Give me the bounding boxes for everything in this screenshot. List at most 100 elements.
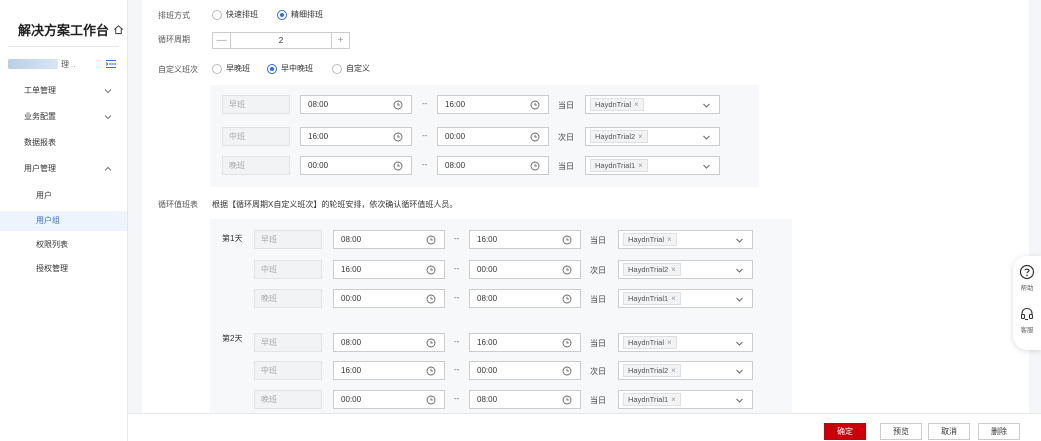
user-info[interactable]: 理 .. — [8, 57, 92, 71]
end-time-input[interactable]: 08:00 — [437, 156, 549, 175]
start-time-input[interactable]: 08:00 — [333, 333, 445, 352]
close-icon[interactable]: × — [638, 160, 643, 171]
chevron-down-icon[interactable] — [104, 87, 112, 95]
start-time-input[interactable]: 16:00 — [300, 127, 412, 146]
radio-custom[interactable]: 自定义 — [332, 63, 370, 74]
clock-icon — [426, 265, 436, 275]
end-time-input[interactable]: 00:00 — [469, 260, 581, 279]
clock-icon — [393, 161, 403, 171]
chevron-down-icon — [736, 341, 743, 346]
person-select[interactable]: HaydnTrial × — [618, 333, 753, 352]
rotation-row: 晚班 00:00 -- 08:00 当日 HaydnTrial1 × — [210, 289, 792, 308]
active-menu-highlight — [0, 211, 127, 231]
radio-quick-schedule[interactable]: 快速排班 — [212, 9, 258, 20]
decrement-button[interactable]: — — [213, 33, 231, 48]
service-button[interactable]: 客服 — [1013, 306, 1041, 334]
close-icon[interactable]: × — [667, 234, 672, 245]
submenu-users[interactable]: 用户 — [36, 190, 52, 201]
delete-button[interactable]: 删除 — [978, 423, 1020, 440]
close-icon[interactable]: × — [671, 394, 676, 405]
user-name-blurred — [8, 59, 58, 69]
close-icon[interactable]: × — [671, 293, 676, 304]
person-name: HaydnTrial1 — [628, 395, 669, 404]
end-time-input[interactable]: 00:00 — [437, 127, 549, 146]
start-time-input[interactable]: 08:00 — [300, 95, 412, 114]
day-indicator: 当日 — [558, 162, 574, 171]
start-time-input[interactable]: 00:00 — [333, 289, 445, 308]
chevron-down-icon[interactable] — [104, 113, 112, 121]
time-value: 16:00 — [308, 132, 329, 141]
chevron-down-icon — [736, 398, 743, 403]
end-time-input[interactable]: 00:00 — [469, 361, 581, 380]
collapse-icon[interactable] — [105, 58, 117, 70]
chevron-up-icon[interactable] — [104, 165, 112, 173]
menu-business-config[interactable]: 业务配置 — [24, 111, 56, 122]
end-time-input[interactable]: 16:00 — [437, 95, 549, 114]
chevron-down-icon — [703, 135, 710, 140]
cycle-period-value[interactable]: 2 — [231, 36, 331, 45]
end-time-input[interactable]: 16:00 — [469, 333, 581, 352]
time-value: 08:00 — [445, 161, 466, 170]
clock-icon — [426, 235, 436, 245]
time-value: 16:00 — [341, 265, 362, 274]
time-value: 08:00 — [341, 235, 362, 244]
end-time-input[interactable]: 16:00 — [469, 230, 581, 249]
time-value: 08:00 — [341, 338, 362, 347]
radio-three-shifts[interactable]: 早中晚班 — [267, 63, 313, 74]
house-icon — [114, 25, 123, 35]
clock-icon — [426, 366, 436, 376]
person-select[interactable]: HaydnTrial2 × — [585, 127, 720, 146]
clock-icon — [530, 100, 540, 110]
start-time-input[interactable]: 00:00 — [300, 156, 412, 175]
start-time-input[interactable]: 00:00 — [333, 390, 445, 409]
submenu-authorization[interactable]: 授权管理 — [36, 263, 68, 274]
start-time-input[interactable]: 16:00 — [333, 361, 445, 380]
close-icon[interactable]: × — [638, 131, 643, 142]
increment-button[interactable]: + — [331, 33, 349, 48]
person-select[interactable]: HaydnTrial1 × — [618, 390, 753, 409]
menu-user-management[interactable]: 用户管理 — [24, 163, 56, 174]
chevron-down-icon — [736, 369, 743, 374]
person-select[interactable]: HaydnTrial2 × — [618, 361, 753, 380]
start-time-input[interactable]: 08:00 — [333, 230, 445, 249]
menu-ticket-management[interactable]: 工单管理 — [24, 85, 56, 96]
shift-name: 晚班 — [254, 390, 322, 409]
time-value: 08:00 — [477, 395, 498, 404]
person-select[interactable]: HaydnTrial2 × — [618, 260, 753, 279]
menu-data-report[interactable]: 数据报表 — [24, 137, 56, 148]
person-select[interactable]: HaydnTrial1 × — [618, 289, 753, 308]
cycle-period-stepper[interactable]: — 2 + — [212, 32, 350, 49]
help-button[interactable]: 帮助 — [1013, 264, 1041, 292]
start-time-input[interactable]: 16:00 — [333, 260, 445, 279]
time-value: 00:00 — [341, 294, 362, 303]
preview-button[interactable]: 预览 — [880, 423, 922, 440]
time-value: 00:00 — [477, 366, 498, 375]
cancel-button[interactable]: 取消 — [928, 423, 970, 440]
confirm-button[interactable]: 确定 — [824, 423, 866, 440]
service-label: 客服 — [1020, 327, 1034, 334]
close-icon[interactable]: × — [671, 365, 676, 376]
close-icon[interactable]: × — [667, 337, 672, 348]
person-select[interactable]: HaydnTrial × — [618, 230, 753, 249]
clock-icon — [530, 132, 540, 142]
person-select[interactable]: HaydnTrial × — [585, 95, 720, 114]
rotation-row: 晚班 00:00 -- 08:00 当日 HaydnTrial1 × — [210, 390, 792, 409]
person-name: HaydnTrial — [628, 235, 664, 244]
radio-morning-evening[interactable]: 早晚班 — [212, 63, 250, 74]
person-select[interactable]: HaydnTrial1 × — [585, 156, 720, 175]
rotation-row: 早班 08:00 -- 16:00 当日 HaydnTrial × — [210, 230, 792, 249]
time-value: 00:00 — [445, 132, 466, 141]
person-name: HaydnTrial — [628, 338, 664, 347]
close-icon[interactable]: × — [671, 264, 676, 275]
day-indicator: 当日 — [590, 339, 606, 348]
workbench-title[interactable]: 解决方案工作台 — [18, 20, 124, 39]
end-time-input[interactable]: 08:00 — [469, 390, 581, 409]
shift-name: 晚班 — [254, 289, 322, 308]
person-name: HaydnTrial2 — [628, 366, 669, 375]
end-time-input[interactable]: 08:00 — [469, 289, 581, 308]
radio-fine-schedule[interactable]: 精细排班 — [277, 9, 323, 20]
submenu-user-groups[interactable]: 用户组 — [36, 215, 60, 226]
close-icon[interactable]: × — [634, 99, 639, 110]
submenu-permission-list[interactable]: 权限列表 — [36, 239, 68, 250]
person-tag: HaydnTrial2 × — [623, 364, 681, 377]
